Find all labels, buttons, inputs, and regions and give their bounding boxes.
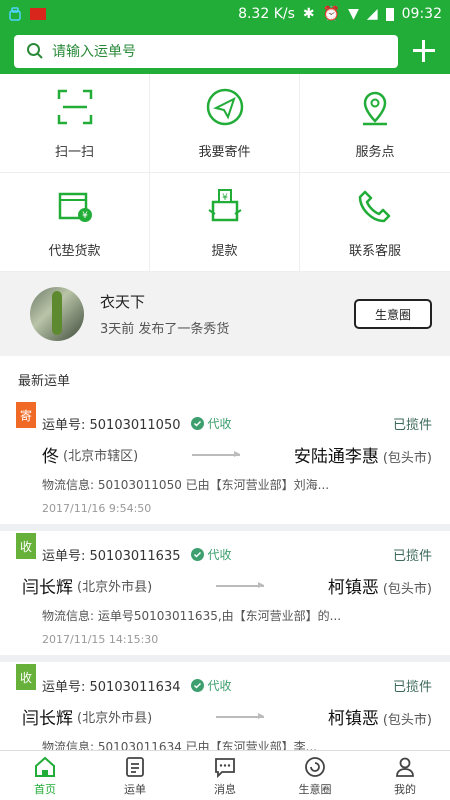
sender-city: (北京外市县) — [77, 711, 153, 726]
grid-label: 联系客服 — [348, 243, 401, 259]
withdraw-icon: ¥ — [207, 188, 242, 221]
order-number: 运单号: 50103011635 — [42, 549, 181, 564]
grid-item-send[interactable]: 我要寄件 — [150, 74, 300, 173]
phone-icon — [358, 190, 391, 222]
add-button[interactable] — [408, 35, 440, 67]
receiver-city: (包头市) — [382, 451, 432, 466]
cod-box-icon: ¥ — [58, 192, 92, 222]
receiver-name: 安陆通李惠 — [293, 447, 379, 467]
order-status: 已揽件 — [392, 680, 432, 695]
latest-orders-heading: 最新运单 — [0, 356, 450, 400]
sender-name: 佟 — [42, 447, 59, 467]
header: 请输入运单号 — [0, 28, 450, 74]
grid-label: 我要寄件 — [198, 144, 251, 160]
signal-icon: ◢ — [366, 6, 378, 22]
app-notification-icon — [8, 7, 22, 21]
receiver-name: 柯镇恶 — [327, 709, 379, 729]
battery-icon — [385, 7, 394, 21]
order-tag: 寄 — [16, 402, 36, 428]
order-card[interactable]: 收 运单号: 50103011634 代收 已揽件 闫长辉 (北京外市县) 柯镇… — [0, 662, 450, 750]
business-circle-banner[interactable]: 衣天下 3天前 发布了一条秀货 生意圈 — [0, 272, 450, 356]
bottom-tab-bar: 首页 运单 消息 生意圈 我的 — [0, 750, 450, 800]
grid-item-customer-service[interactable]: 联系客服 — [300, 173, 450, 272]
arrow-icon — [216, 581, 264, 588]
tab-waybill[interactable]: 运单 — [90, 751, 180, 800]
sender-city: (北京市辖区) — [63, 449, 139, 464]
flag-icon — [30, 8, 46, 20]
verified-check-icon — [190, 548, 204, 561]
business-circle-button[interactable]: 生意圈 — [354, 299, 432, 329]
receiver-city: (包头市) — [382, 713, 432, 728]
waybill-icon — [126, 756, 144, 777]
grid-item-cod[interactable]: ¥ 代垫货款 — [0, 173, 150, 272]
grid-label: 扫一扫 — [54, 144, 94, 160]
home-icon — [35, 756, 55, 777]
order-tag: 收 — [16, 533, 36, 559]
grid-label: 提款 — [211, 243, 238, 259]
arrow-icon — [192, 450, 240, 457]
tab-home[interactable]: 首页 — [0, 751, 90, 800]
order-number: 运单号: 50103011050 — [42, 418, 181, 433]
sender-name: 闫长辉 — [22, 709, 73, 729]
tab-label: 消息 — [214, 782, 236, 796]
clock: 09:32 — [401, 6, 442, 22]
order-status: 已揽件 — [392, 418, 432, 433]
avatar — [30, 287, 84, 341]
bluetooth-icon: ✱ — [302, 6, 315, 22]
grid-item-withdraw[interactable]: ¥ 提款 — [150, 173, 300, 272]
business-circle-icon — [305, 756, 325, 777]
message-icon — [215, 757, 235, 778]
tab-label: 运单 — [124, 782, 146, 796]
tab-profile[interactable]: 我的 — [360, 751, 450, 800]
order-status: 已揽件 — [392, 549, 432, 564]
cod-label: 代收 — [207, 417, 232, 431]
moment-subtitle: 3天前 发布了一条秀货 — [100, 322, 230, 337]
network-speed: 8.32 K/s — [238, 6, 295, 22]
send-icon — [206, 88, 243, 125]
sender-city: (北京外市县) — [77, 580, 153, 595]
receiver-city: (包头市) — [382, 582, 432, 597]
search-placeholder: 请输入运单号 — [52, 44, 136, 60]
order-card[interactable]: 收 运单号: 50103011635 代收 已揽件 闫长辉 (北京外市县) 柯镇… — [0, 531, 450, 655]
tab-business-circle[interactable]: 生意圈 — [270, 751, 360, 800]
order-time: 2017/11/15 14:15:30 — [42, 633, 159, 646]
tab-label: 我的 — [394, 782, 416, 796]
grid-item-scan[interactable]: 扫一扫 — [0, 74, 150, 173]
location-pin-icon — [363, 91, 387, 125]
svg-text:¥: ¥ — [222, 193, 228, 203]
status-bar: 8.32 K/s ✱ ⏰ ▼ ◢ 09:32 — [0, 0, 450, 28]
arrow-icon — [216, 712, 264, 719]
grid-item-service-point[interactable]: 服务点 — [300, 74, 450, 173]
svg-text:¥: ¥ — [82, 211, 88, 221]
search-input[interactable]: 请输入运单号 — [14, 34, 399, 68]
order-time: 2017/11/16 9:54:50 — [42, 502, 152, 515]
logistics-info: 物流信息: 运单号50103011635,由【东河营业部】的... — [42, 609, 342, 623]
order-list: 寄 运单号: 50103011050 代收 已揽件 佟 (北京市辖区) 安陆通李… — [0, 400, 450, 750]
moment-author: 衣天下 — [100, 293, 146, 311]
verified-check-icon — [190, 417, 204, 430]
cod-label: 代收 — [207, 679, 232, 693]
cod-label: 代收 — [207, 548, 232, 562]
scan-icon — [57, 89, 92, 124]
logistics-info: 物流信息: 50103011050 已由【东河营业部】刘海... — [42, 478, 330, 492]
receiver-name: 柯镇恶 — [327, 578, 379, 598]
tab-label: 首页 — [34, 782, 56, 796]
verified-check-icon — [190, 679, 204, 692]
function-grid: 扫一扫 我要寄件 服务点 ¥ 代垫货款 ¥ 提款 联系客服 — [0, 74, 450, 272]
sender-name: 闫长辉 — [22, 578, 73, 598]
grid-label: 服务点 — [355, 144, 395, 160]
order-number: 运单号: 50103011634 — [42, 680, 181, 695]
grid-label: 代垫货款 — [48, 243, 101, 259]
wifi-icon: ▼ — [348, 6, 359, 22]
order-tag: 收 — [16, 664, 36, 690]
tab-label: 生意圈 — [298, 782, 332, 796]
search-icon — [27, 43, 43, 59]
order-card[interactable]: 寄 运单号: 50103011050 代收 已揽件 佟 (北京市辖区) 安陆通李… — [0, 400, 450, 524]
tab-messages[interactable]: 消息 — [180, 751, 270, 800]
alarm-icon: ⏰ — [322, 6, 341, 22]
logistics-info: 物流信息: 50103011634 已由【东河营业部】李... — [42, 740, 318, 750]
profile-icon — [396, 757, 414, 777]
